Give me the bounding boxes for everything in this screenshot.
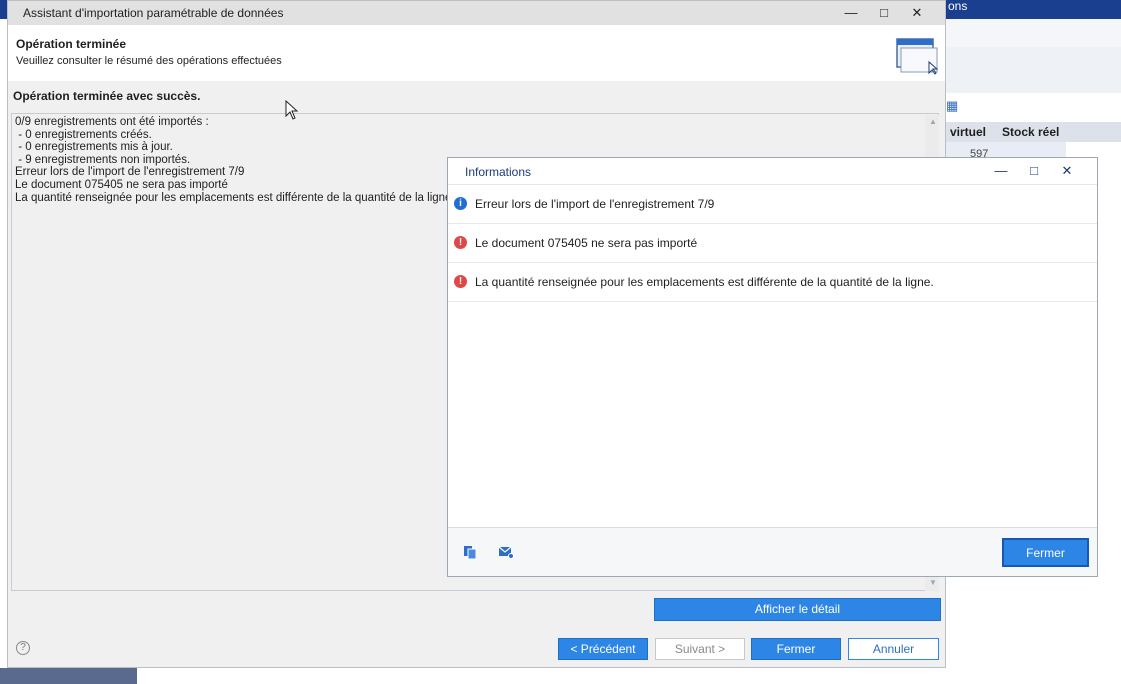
- maximize-icon[interactable]: □: [872, 4, 896, 22]
- info-title: Informations: [465, 165, 532, 179]
- wizard-titlebar[interactable]: Assistant d'importation paramétrable de …: [8, 1, 945, 25]
- error-icon: !: [454, 275, 467, 288]
- background-table-cell[interactable]: [946, 142, 1066, 158]
- result-line: Le document 075405 ne sera pas importé: [15, 178, 228, 191]
- scroll-up-icon[interactable]: ▲: [929, 117, 937, 126]
- info-maximize-icon[interactable]: □: [1022, 162, 1046, 180]
- info-titlebar[interactable]: Informations — □ ✕: [448, 158, 1097, 185]
- info-icon: i: [454, 197, 467, 210]
- previous-button[interactable]: < Précédent: [558, 638, 648, 660]
- message-text: Le document 075405 ne sera pas importé: [475, 236, 698, 250]
- step-title: Opération terminée: [16, 37, 127, 51]
- grid-icon[interactable]: ▦: [946, 99, 958, 112]
- message-text: Erreur lors de l'import de l'enregistrem…: [475, 197, 715, 211]
- result-line: 0/9 enregistrements ont été importés :: [15, 116, 209, 128]
- info-footer: Fermer: [448, 528, 1097, 576]
- close-icon[interactable]: ✕: [905, 4, 929, 22]
- information-dialog: Informations — □ ✕ i Erreur lors de l'im…: [447, 157, 1098, 577]
- result-line: - 9 enregistrements non importés.: [15, 153, 191, 166]
- step-subtitle: Veuillez consulter le résumé des opérati…: [16, 55, 282, 67]
- info-close-icon[interactable]: ✕: [1055, 162, 1079, 180]
- wizard-step-header: Opération terminée Veuillez consulter le…: [8, 25, 945, 81]
- column-header-virtuel[interactable]: virtuel: [950, 125, 986, 139]
- result-title: Opération terminée avec succès.: [13, 89, 201, 103]
- result-line: Erreur lors de l'import de l'enregistrem…: [15, 166, 245, 179]
- background-statusbar-right: [137, 668, 1121, 684]
- result-line: La quantité renseignée pour les emplacem…: [15, 191, 455, 204]
- next-button[interactable]: Suivant >: [655, 638, 745, 660]
- message-row[interactable]: ! La quantité renseignée pour les emplac…: [448, 263, 1097, 302]
- wizard-title: Assistant d'importation paramétrable de …: [23, 6, 284, 20]
- help-icon[interactable]: ?: [16, 641, 30, 655]
- background-topbar-text: ons: [948, 0, 968, 13]
- info-minimize-icon[interactable]: —: [989, 162, 1013, 180]
- info-close-button[interactable]: Fermer: [1002, 538, 1089, 567]
- show-detail-button[interactable]: Afficher le détail: [654, 598, 941, 621]
- background-statusbar-left: [0, 668, 137, 684]
- error-icon: !: [454, 236, 467, 249]
- message-row[interactable]: i Erreur lors de l'import de l'enregistr…: [448, 185, 1097, 224]
- scroll-down-icon[interactable]: ▼: [929, 578, 937, 587]
- window-cursor-icon: [896, 38, 938, 75]
- message-text: La quantité renseignée pour les emplacem…: [475, 275, 934, 289]
- column-header-stock-reel[interactable]: Stock réel: [1002, 125, 1059, 139]
- message-list: i Erreur lors de l'import de l'enregistr…: [448, 185, 1097, 528]
- background-filter-band: [946, 47, 1121, 93]
- mail-icon[interactable]: [498, 545, 514, 559]
- result-line: - 0 enregistrements créés.: [15, 128, 152, 141]
- cancel-button[interactable]: Annuler: [848, 638, 939, 660]
- mouse-cursor-icon: [285, 100, 299, 120]
- result-summary-text: 0/9 enregistrements ont été importés : -…: [15, 116, 455, 204]
- message-row[interactable]: ! Le document 075405 ne sera pas importé: [448, 224, 1097, 263]
- background-toolbar-band: [946, 19, 1121, 48]
- minimize-icon[interactable]: —: [839, 4, 863, 22]
- result-line: - 0 enregistrements mis à jour.: [15, 141, 173, 154]
- close-button[interactable]: Fermer: [751, 638, 841, 660]
- copy-icon[interactable]: [463, 545, 477, 559]
